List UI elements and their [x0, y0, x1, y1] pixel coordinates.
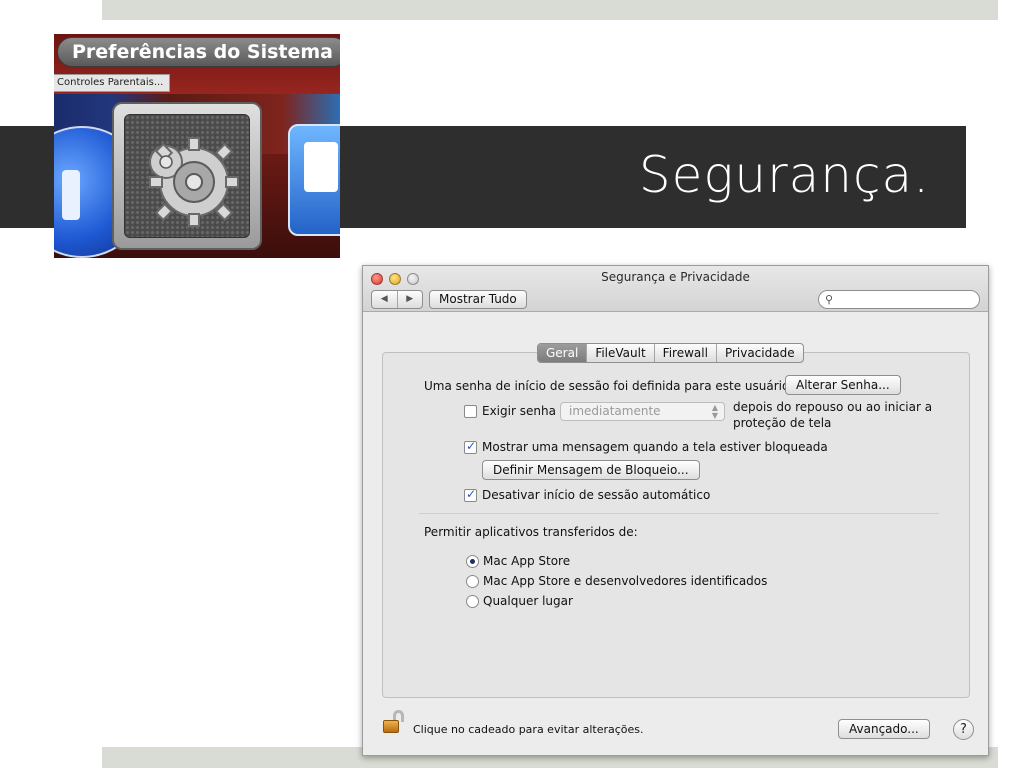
disable-auto-login-checkbox[interactable] — [464, 487, 477, 502]
forward-arrow-icon[interactable]: ▶ — [396, 291, 423, 308]
require-password-label: Exigir senha — [482, 404, 556, 418]
nav-segment: ◀ ▶ — [371, 290, 423, 309]
show-message-label: Mostrar uma mensagem quando a tela estiv… — [482, 440, 828, 454]
require-password-suffix-1: depois do repouso ou ao iniciar a — [733, 400, 933, 414]
window-title: Segurança e Privacidade — [601, 270, 750, 284]
help-button[interactable]: ? — [953, 719, 974, 740]
padlock-icon[interactable] — [381, 710, 407, 736]
dock-tooltip: Preferências do Sistema — [57, 37, 340, 67]
section-divider — [419, 513, 939, 514]
lock-hint-text: Clique no cadeado para evitar alterações… — [413, 723, 644, 736]
radio-identified-developers[interactable] — [466, 575, 479, 588]
tab-privacidade[interactable]: Privacidade — [715, 344, 803, 362]
dock-screenshot: Preferências do Sistema Controles Parent… — [54, 34, 340, 258]
require-password-checkbox[interactable] — [464, 405, 477, 418]
titlebar: Segurança e Privacidade ◀ ▶ Mostrar Tudo… — [363, 266, 988, 312]
tab-firewall[interactable]: Firewall — [653, 344, 716, 362]
top-decorative-stripe — [102, 0, 998, 20]
require-password-suffix-2: proteção de tela — [733, 416, 832, 430]
radio-anywhere-label: Qualquer lugar — [483, 594, 573, 608]
radio-anywhere[interactable] — [466, 595, 479, 608]
search-icon: ⚲ — [825, 293, 834, 306]
back-arrow-icon[interactable]: ◀ — [372, 291, 397, 308]
password-set-text: Uma senha de início de sessão foi defini… — [424, 379, 790, 393]
change-password-button[interactable]: Alterar Senha... — [785, 375, 901, 395]
radio-mac-app-store-label: Mac App Store — [483, 554, 571, 568]
slide-title: Segurança. — [638, 146, 930, 204]
allow-apps-heading: Permitir aplicativos transferidos de: — [424, 525, 638, 539]
set-lock-message-button[interactable]: Definir Mensagem de Bloqueio... — [482, 460, 700, 480]
tab-geral[interactable]: Geral — [538, 344, 587, 362]
preview-icon — [288, 124, 340, 236]
show-message-checkbox[interactable] — [464, 439, 477, 454]
advanced-button[interactable]: Avançado... — [838, 719, 930, 739]
show-all-button[interactable]: Mostrar Tudo — [429, 290, 527, 309]
radio-identified-developers-label: Mac App Store e desenvolvedores identifi… — [483, 574, 768, 588]
system-preferences-gear-icon — [112, 102, 262, 250]
parental-controls-menu-item: Controles Parentais... — [54, 74, 171, 92]
tab-filevault[interactable]: FileVault — [586, 344, 653, 362]
select-arrows-icon: ▲ ▼ — [711, 403, 718, 420]
search-field: ⚲ — [818, 290, 980, 309]
require-password-select-value: imediatamente — [569, 404, 661, 418]
disable-auto-login-label: Desativar início de sessão automático — [482, 488, 711, 502]
search-input[interactable] — [839, 292, 975, 307]
require-password-select[interactable]: imediatamente ▲ ▼ — [560, 402, 725, 421]
tab-bar: Geral FileVault Firewall Privacidade — [537, 343, 804, 363]
radio-mac-app-store[interactable] — [466, 555, 479, 568]
security-privacy-window: Segurança e Privacidade ◀ ▶ Mostrar Tudo… — [362, 265, 989, 756]
